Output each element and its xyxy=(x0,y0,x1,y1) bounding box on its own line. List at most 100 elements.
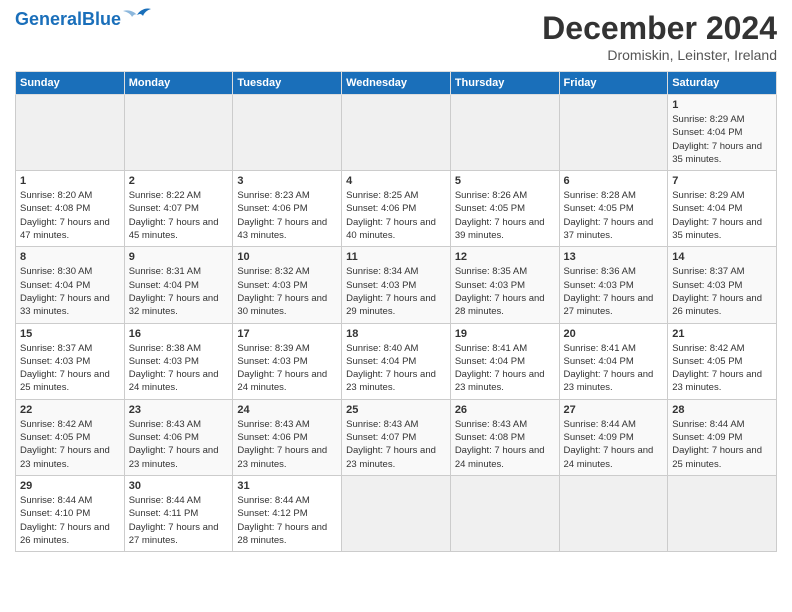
day-number: 3 xyxy=(237,175,337,187)
table-cell: 20 Sunrise: 8:41 AMSunset: 4:04 PMDayligh… xyxy=(559,323,668,399)
table-cell: 1Sunrise: 8:20 AMSunset: 4:08 PMDaylight… xyxy=(16,171,125,247)
day-number: 7 xyxy=(672,175,772,187)
table-cell: 22Sunrise: 8:42 AMSunset: 4:05 PMDayligh… xyxy=(16,399,125,475)
calendar-table: Sunday Monday Tuesday Wednesday Thursday… xyxy=(15,71,777,552)
page-header: GeneralBlue December 2024 Dromiskin, Lei… xyxy=(15,10,777,63)
title-block: December 2024 Dromiskin, Leinster, Irela… xyxy=(542,10,777,63)
day-number: 27 xyxy=(564,404,664,416)
table-cell: 3 Sunrise: 8:23 AMSunset: 4:06 PMDaylight… xyxy=(233,171,342,247)
cell-info: Sunrise: 8:44 AMSunset: 4:11 PMDaylight:… xyxy=(129,495,219,546)
table-cell xyxy=(450,475,559,551)
day-number: 20 xyxy=(564,328,664,340)
table-cell: 26 Sunrise: 8:43 AMSunset: 4:08 PMDayligh… xyxy=(450,399,559,475)
table-cell: 4 Sunrise: 8:25 AMSunset: 4:06 PMDaylight… xyxy=(342,171,451,247)
page-container: GeneralBlue December 2024 Dromiskin, Lei… xyxy=(0,0,792,612)
day-number: 11 xyxy=(346,251,446,263)
cell-info: Sunrise: 8:29 AMSunset: 4:04 PMDaylight:… xyxy=(672,114,762,165)
col-monday: Monday xyxy=(124,72,233,95)
logo-text: GeneralBlue xyxy=(15,10,121,28)
day-number: 23 xyxy=(129,404,229,416)
cell-info: Sunrise: 8:20 AMSunset: 4:08 PMDaylight:… xyxy=(20,190,110,241)
cell-info: Sunrise: 8:40 AMSunset: 4:04 PMDaylight:… xyxy=(346,343,436,394)
table-cell: 2Sunrise: 8:22 AMSunset: 4:07 PMDaylight… xyxy=(124,171,233,247)
day-number: 26 xyxy=(455,404,555,416)
table-cell: 18Sunrise: 8:40 AMSunset: 4:04 PMDayligh… xyxy=(342,323,451,399)
table-cell: 31 Sunrise: 8:44 AMSunset: 4:12 PMDayligh… xyxy=(233,475,342,551)
table-cell: 30Sunrise: 8:44 AMSunset: 4:11 PMDayligh… xyxy=(124,475,233,551)
day-number: 4 xyxy=(346,175,446,187)
cell-info: Sunrise: 8:30 AMSunset: 4:04 PMDaylight:… xyxy=(20,266,110,317)
table-cell: 10 Sunrise: 8:32 AMSunset: 4:03 PMDayligh… xyxy=(233,247,342,323)
cell-info: Sunrise: 8:36 AMSunset: 4:03 PMDaylight:… xyxy=(564,266,654,317)
day-number: 6 xyxy=(564,175,664,187)
table-cell: 12Sunrise: 8:35 AMSunset: 4:03 PMDayligh… xyxy=(450,247,559,323)
cell-info: Sunrise: 8:25 AMSunset: 4:06 PMDaylight:… xyxy=(346,190,436,241)
cell-info: Sunrise: 8:41 AMSunset: 4:04 PMDaylight:… xyxy=(564,343,654,394)
col-thursday: Thursday xyxy=(450,72,559,95)
day-number: 14 xyxy=(672,251,772,263)
cell-info: Sunrise: 8:39 AMSunset: 4:03 PMDaylight:… xyxy=(237,343,327,394)
table-cell xyxy=(559,95,668,171)
cell-info: Sunrise: 8:22 AMSunset: 4:07 PMDaylight:… xyxy=(129,190,219,241)
cell-info: Sunrise: 8:43 AMSunset: 4:06 PMDaylight:… xyxy=(129,419,219,470)
header-row: Sunday Monday Tuesday Wednesday Thursday… xyxy=(16,72,777,95)
day-number: 22 xyxy=(20,404,120,416)
table-cell xyxy=(450,95,559,171)
cell-info: Sunrise: 8:44 AMSunset: 4:10 PMDaylight:… xyxy=(20,495,110,546)
logo-blue: Blue xyxy=(82,9,121,29)
day-number: 8 xyxy=(20,251,120,263)
calendar-row: 1 Sunrise: 8:29 AMSunset: 4:04 PMDaylight… xyxy=(16,95,777,171)
cell-info: Sunrise: 8:31 AMSunset: 4:04 PMDaylight:… xyxy=(129,266,219,317)
day-number: 15 xyxy=(20,328,120,340)
cell-info: Sunrise: 8:43 AMSunset: 4:08 PMDaylight:… xyxy=(455,419,545,470)
calendar-row: 15 Sunrise: 8:37 AMSunset: 4:03 PMDayligh… xyxy=(16,323,777,399)
table-cell: 14 Sunrise: 8:37 AMSunset: 4:03 PMDayligh… xyxy=(668,247,777,323)
cell-info: Sunrise: 8:34 AMSunset: 4:03 PMDaylight:… xyxy=(346,266,436,317)
logo: GeneralBlue xyxy=(15,10,151,28)
day-number: 29 xyxy=(20,480,120,492)
day-number: 10 xyxy=(237,251,337,263)
table-cell: 21Sunrise: 8:42 AMSunset: 4:05 PMDayligh… xyxy=(668,323,777,399)
col-sunday: Sunday xyxy=(16,72,125,95)
cell-info: Sunrise: 8:32 AMSunset: 4:03 PMDaylight:… xyxy=(237,266,327,317)
cell-info: Sunrise: 8:43 AMSunset: 4:06 PMDaylight:… xyxy=(237,419,327,470)
table-cell: 15 Sunrise: 8:37 AMSunset: 4:03 PMDayligh… xyxy=(16,323,125,399)
cell-info: Sunrise: 8:26 AMSunset: 4:05 PMDaylight:… xyxy=(455,190,545,241)
table-cell: 8 Sunrise: 8:30 AMSunset: 4:04 PMDaylight… xyxy=(16,247,125,323)
cell-info: Sunrise: 8:37 AMSunset: 4:03 PMDaylight:… xyxy=(20,343,110,394)
calendar-row: 1Sunrise: 8:20 AMSunset: 4:08 PMDaylight… xyxy=(16,171,777,247)
day-number: 16 xyxy=(129,328,229,340)
table-cell: 6 Sunrise: 8:28 AMSunset: 4:05 PMDaylight… xyxy=(559,171,668,247)
table-cell xyxy=(342,95,451,171)
logo-general: General xyxy=(15,9,82,29)
table-cell: 19Sunrise: 8:41 AMSunset: 4:04 PMDayligh… xyxy=(450,323,559,399)
cell-info: Sunrise: 8:29 AMSunset: 4:04 PMDaylight:… xyxy=(672,190,762,241)
table-cell: 13 Sunrise: 8:36 AMSunset: 4:03 PMDayligh… xyxy=(559,247,668,323)
cell-info: Sunrise: 8:28 AMSunset: 4:05 PMDaylight:… xyxy=(564,190,654,241)
table-cell xyxy=(559,475,668,551)
day-number: 1 xyxy=(672,99,772,111)
table-cell xyxy=(342,475,451,551)
table-cell: 28Sunrise: 8:44 AMSunset: 4:09 PMDayligh… xyxy=(668,399,777,475)
day-number: 24 xyxy=(237,404,337,416)
day-number: 21 xyxy=(672,328,772,340)
table-cell: 11 Sunrise: 8:34 AMSunset: 4:03 PMDayligh… xyxy=(342,247,451,323)
col-friday: Friday xyxy=(559,72,668,95)
cell-info: Sunrise: 8:23 AMSunset: 4:06 PMDaylight:… xyxy=(237,190,327,241)
calendar-row: 22Sunrise: 8:42 AMSunset: 4:05 PMDayligh… xyxy=(16,399,777,475)
table-cell: 25Sunrise: 8:43 AMSunset: 4:07 PMDayligh… xyxy=(342,399,451,475)
main-title: December 2024 xyxy=(542,10,777,47)
table-cell: 27Sunrise: 8:44 AMSunset: 4:09 PMDayligh… xyxy=(559,399,668,475)
table-cell: 17Sunrise: 8:39 AMSunset: 4:03 PMDayligh… xyxy=(233,323,342,399)
col-saturday: Saturday xyxy=(668,72,777,95)
table-cell: 5 Sunrise: 8:26 AMSunset: 4:05 PMDaylight… xyxy=(450,171,559,247)
day-number: 9 xyxy=(129,251,229,263)
day-number: 13 xyxy=(564,251,664,263)
day-number: 31 xyxy=(237,480,337,492)
cell-info: Sunrise: 8:37 AMSunset: 4:03 PMDaylight:… xyxy=(672,266,762,317)
logo-bird-icon xyxy=(123,5,151,25)
table-cell xyxy=(124,95,233,171)
cell-info: Sunrise: 8:44 AMSunset: 4:12 PMDaylight:… xyxy=(237,495,327,546)
day-number: 5 xyxy=(455,175,555,187)
table-cell: 1 Sunrise: 8:29 AMSunset: 4:04 PMDaylight… xyxy=(668,95,777,171)
